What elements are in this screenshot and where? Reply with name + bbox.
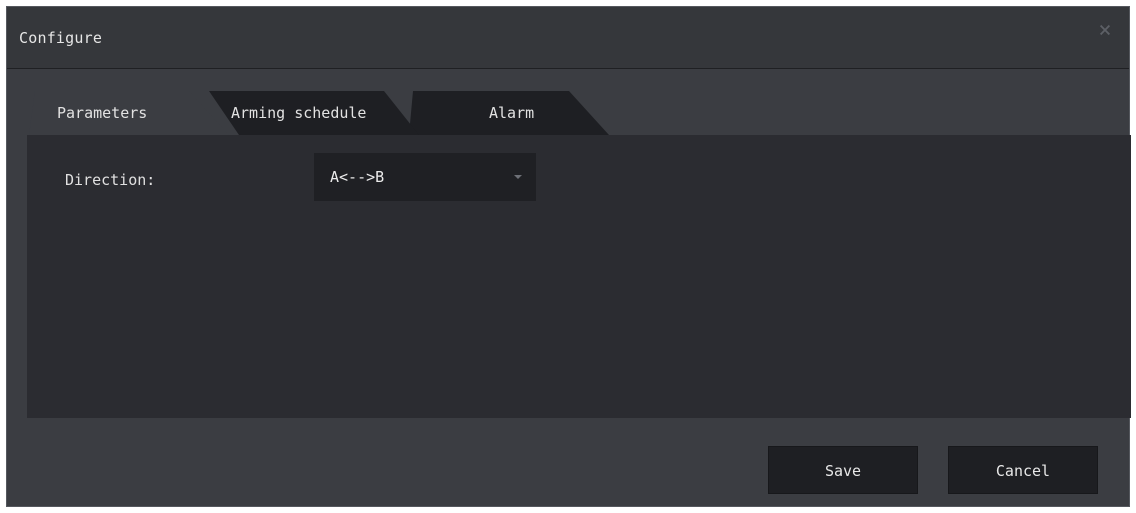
direction-select-value: A<-->B bbox=[330, 168, 385, 186]
dialog-titlebar: Configure × bbox=[7, 7, 1129, 69]
parameters-panel: Direction: A<-->B bbox=[27, 135, 1131, 418]
close-icon[interactable]: × bbox=[1095, 20, 1115, 42]
configure-dialog: Configure × Alarm Arming schedule Parame… bbox=[6, 6, 1131, 507]
save-button[interactable]: Save bbox=[768, 446, 918, 494]
tab-arming-schedule[interactable]: Arming schedule bbox=[209, 91, 449, 135]
tab-parameters[interactable]: Parameters bbox=[29, 91, 239, 135]
tab-bar: Alarm Arming schedule Parameters bbox=[29, 91, 669, 135]
tab-parameters-label: Parameters bbox=[57, 104, 148, 122]
cancel-button[interactable]: Cancel bbox=[948, 446, 1098, 494]
tab-arming-schedule-label: Arming schedule bbox=[231, 104, 367, 122]
chevron-down-icon bbox=[514, 175, 522, 179]
direction-select[interactable]: A<-->B bbox=[314, 153, 536, 201]
tab-alarm-label: Alarm bbox=[489, 104, 535, 122]
direction-label: Direction: bbox=[65, 171, 156, 189]
dialog-title: Configure bbox=[19, 29, 103, 47]
